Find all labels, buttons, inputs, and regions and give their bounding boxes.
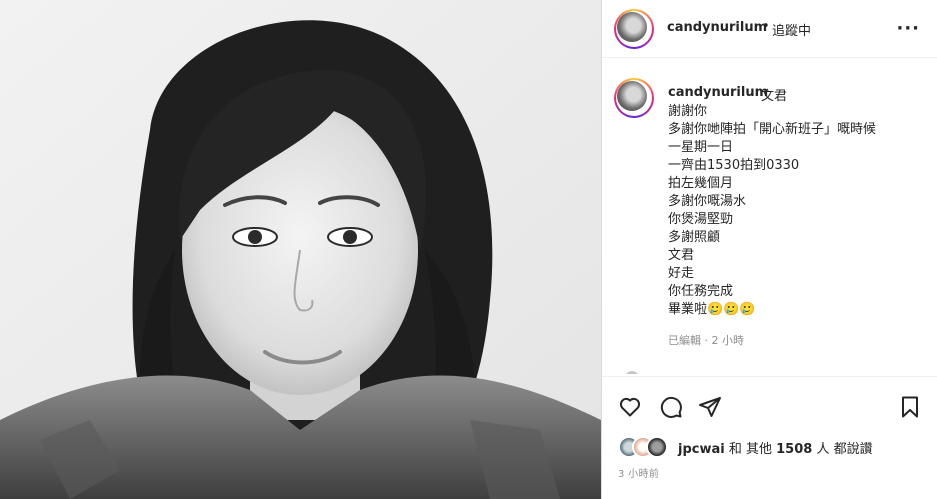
likes-middle: 和 其他 [724, 442, 777, 457]
caption-line: 你任務完成 [668, 284, 734, 299]
caption-section: candynurilum 文君 謝謝你 多謝你哋陣拍「開心新班子」嘅時候 一星期… [602, 58, 937, 374]
caption-meta: 已編輯 · 2 小時 [668, 334, 744, 347]
caption-line: 你煲湯堅勁 [668, 212, 734, 227]
caption-text: 謝謝你 多謝你哋陣拍「開心新班子」嘅時候 一星期一日 一齊由1530拍到0330… [668, 103, 876, 319]
likes-count[interactable]: 1508 [776, 442, 812, 457]
post-sidebar: candynurilum • 追蹤中 ··· candynurilum 文君 謝… [601, 0, 937, 499]
post-photo[interactable] [0, 0, 601, 499]
likes-summary[interactable]: jpcwai 和 其他 1508 人 都說讚 [618, 432, 937, 458]
caption-line: 多謝照顧 [668, 230, 721, 245]
caption-line: 多謝你哋陣拍「開心新班子」嘅時候 [668, 122, 877, 137]
caption-line: 畢業啦🥲🥲🥲 [668, 302, 756, 317]
portrait-image [0, 0, 601, 499]
heart-icon[interactable] [618, 395, 642, 419]
instagram-post-view: candynurilum • 追蹤中 ··· candynurilum 文君 謝… [0, 0, 937, 499]
caption-line: 一星期一日 [668, 140, 734, 155]
action-bar [602, 376, 937, 434]
next-comment-cutoff [626, 371, 638, 374]
caption-line: 一齊由1530拍到0330 [668, 158, 800, 173]
more-options-icon[interactable]: ··· [896, 18, 920, 39]
header-username[interactable]: candynurilum [667, 20, 767, 35]
caption-line: 文君 [668, 248, 695, 263]
bookmark-icon[interactable] [898, 395, 922, 419]
caption-line: 好走 [668, 266, 695, 281]
liker-username[interactable]: jpcwai [678, 442, 725, 457]
caption-line: 拍左幾個月 [668, 176, 734, 191]
paper-plane-icon[interactable] [698, 395, 722, 419]
caption-alias: 文君 [761, 89, 788, 104]
liker-avatar [646, 436, 668, 458]
likes-suffix: 人 都說讚 [812, 442, 873, 457]
comment-icon[interactable] [659, 395, 683, 419]
caption-line: 謝謝你 [668, 104, 708, 119]
caption-username[interactable]: candynurilum [668, 85, 768, 100]
post-header: candynurilum • 追蹤中 ··· [602, 0, 937, 58]
caption-line: 多謝你嘅湯水 [668, 194, 747, 209]
separator-dot: • [762, 19, 770, 34]
follow-status-button[interactable]: 追蹤中 [772, 20, 811, 39]
caption-avatar[interactable] [614, 78, 654, 118]
likes-text: jpcwai 和 其他 1508 人 都說讚 [678, 438, 873, 457]
avatar[interactable] [614, 9, 654, 49]
post-timestamp: 3 小時前 [618, 469, 660, 480]
